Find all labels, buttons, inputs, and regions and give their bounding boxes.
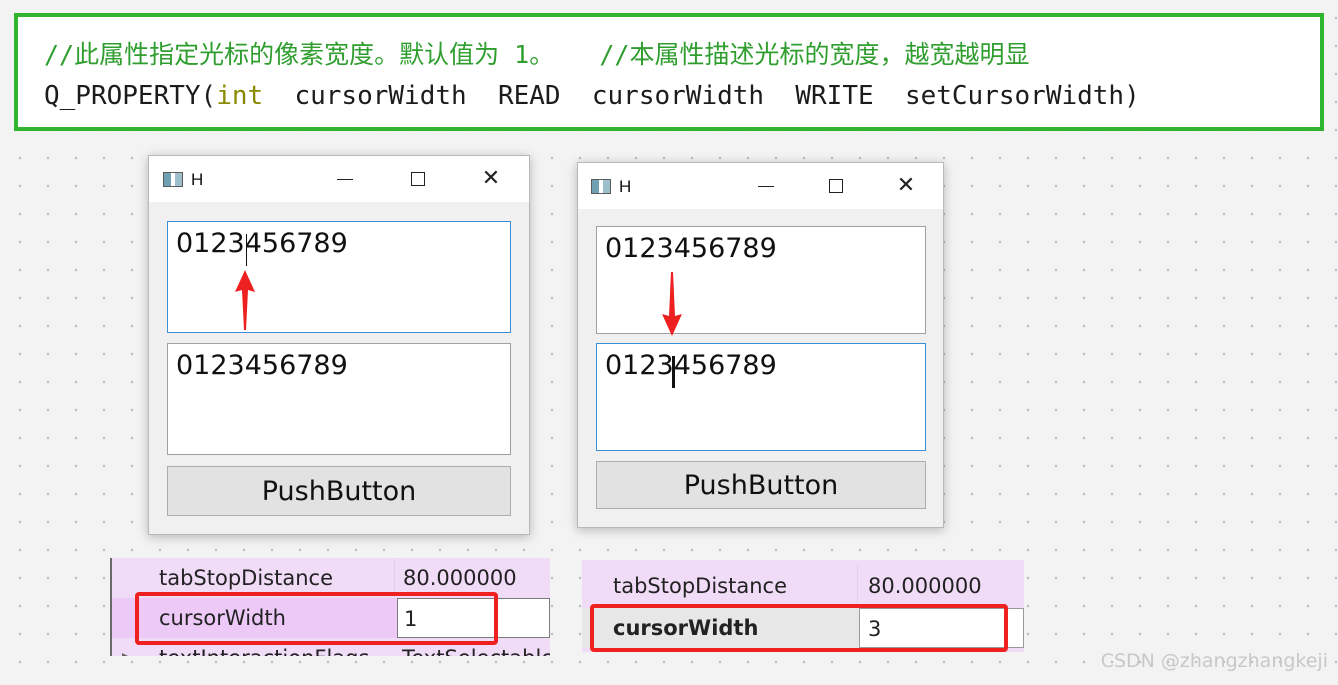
text-edit-bottom[interactable]: 0123456789: [167, 343, 511, 455]
text-edit-top[interactable]: 0123456789: [167, 221, 511, 333]
text-edit-content: 0123456789: [605, 350, 777, 381]
code-snippet: //此属性指定光标的像素宽度。默认值为 1。 //本属性描述光标的宽度，越宽越明…: [14, 13, 1324, 131]
highlight-box: [135, 592, 498, 645]
window-left: H ✕ 0123456789 0123456789 PushButton: [148, 155, 530, 535]
text-edit-content: 0123456789: [605, 233, 777, 264]
maximize-button[interactable]: [816, 171, 856, 201]
minimize-icon: [337, 178, 353, 180]
maximize-icon: [829, 179, 843, 193]
title-bar[interactable]: H ✕: [149, 156, 529, 202]
maximize-button[interactable]: [398, 164, 438, 194]
title-bar[interactable]: H ✕: [578, 163, 943, 209]
minimize-icon: [758, 185, 774, 187]
text-cursor: [246, 234, 247, 266]
minimize-button[interactable]: [746, 171, 786, 201]
text-edit-content: 0123456789: [176, 228, 348, 259]
text-edit-top[interactable]: 0123456789: [596, 226, 926, 334]
arrow-up-icon: [235, 270, 255, 330]
code-property-declaration: Q_PROPERTY(int cursorWidth READ cursorWi…: [44, 81, 1140, 111]
code-type-keyword: int: [216, 81, 264, 111]
window-right: H ✕ 0123456789 0123456789 PushButton: [577, 162, 944, 528]
push-button[interactable]: PushButton: [596, 461, 926, 509]
code-rest: cursorWidth READ cursorWidth WRITE setCu…: [263, 81, 1140, 111]
app-icon: [591, 179, 611, 194]
minimize-button[interactable]: [325, 164, 365, 194]
close-icon: ✕: [481, 166, 501, 191]
text-edit-content: 0123456789: [176, 350, 348, 381]
window-title: H: [619, 177, 632, 196]
text-cursor: [672, 356, 675, 388]
window-title: H: [191, 170, 204, 189]
highlight-box: [590, 604, 1008, 652]
code-comment: //此属性指定光标的像素宽度。默认值为 1。 //本属性描述光标的宽度，越宽越明…: [44, 40, 1030, 69]
property-value[interactable]: 80.000000: [857, 566, 1024, 606]
text-edit-bottom[interactable]: 0123456789: [596, 343, 926, 451]
close-button[interactable]: ✕: [471, 164, 511, 194]
push-button[interactable]: PushButton: [167, 466, 511, 516]
maximize-icon: [411, 172, 425, 186]
property-row[interactable]: tabStopDistance 80.000000: [582, 566, 1024, 606]
close-icon: ✕: [896, 173, 916, 198]
property-name: tabStopDistance: [613, 574, 787, 598]
close-button[interactable]: ✕: [886, 171, 926, 201]
watermark: CSDN @zhangzhangkeji: [1100, 650, 1328, 672]
app-icon: [163, 172, 183, 187]
code-macro: Q_PROPERTY(: [44, 81, 217, 111]
arrow-down-icon: [662, 272, 682, 336]
